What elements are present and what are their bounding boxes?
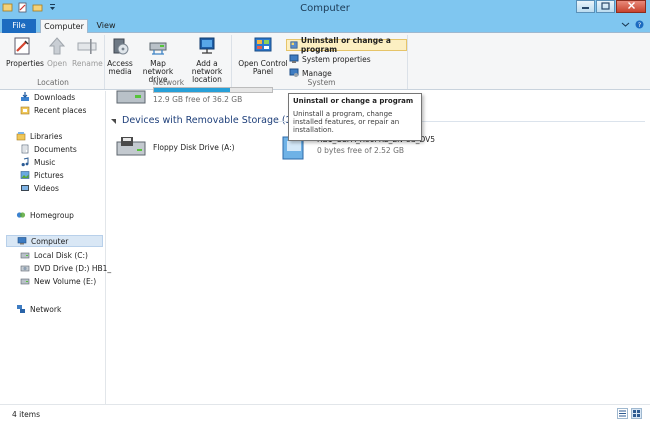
floppy-drive-tile[interactable]: Floppy Disk Drive (A:) [115,133,235,161]
hard-drive-icon [116,90,146,104]
drive-usage-bar [153,87,273,93]
pictures-icon [20,171,30,179]
ribbon-group-location: Properties Open Rename Location [2,35,105,89]
local-disk-icon [20,252,30,259]
item-count: 4 items [12,410,41,419]
minimize-icon [582,7,589,9]
details-view-icon[interactable] [617,408,628,419]
close-icon [627,2,635,9]
nav-item-pictures[interactable]: Pictures [20,169,64,181]
removable-storage-header[interactable]: Devices with Removable Storage (2) [110,115,295,126]
tab-computer[interactable]: Computer [40,19,88,33]
add-network-location-icon [199,37,215,54]
window-controls [576,0,646,13]
nav-item-new-volume[interactable]: New Volume (E:) [20,275,96,287]
rename-button[interactable]: Rename [72,35,103,68]
ribbon-group-label-location: Location [37,78,69,87]
control-panel-icon [254,37,272,52]
tab-view[interactable]: View [92,19,120,33]
view-switcher [617,408,642,419]
close-button[interactable] [616,0,646,13]
dvd-drive-icon [20,265,30,272]
documents-icon [21,144,29,154]
open-control-panel-button[interactable]: Open Control Panel [238,35,288,76]
dvd-drive-free-space: 0 bytes free of 2.52 GB [317,146,405,155]
svg-text:?: ? [638,21,641,29]
tooltip-body: Uninstall a program, change installed fe… [293,110,400,134]
restore-icon [601,2,610,10]
tooltip-title: Uninstall or change a program [293,97,414,105]
nav-item-local-disk[interactable]: Local Disk (C:) [20,249,88,261]
map-network-drive-button[interactable]: Map network drive [134,35,182,84]
nav-item-recent-places[interactable]: Recent places [20,104,86,116]
system-properties-icon [289,54,299,63]
recent-places-icon [20,106,30,115]
floppy-drive-icon [116,137,146,156]
rename-icon [77,39,97,54]
navigation-pane: Downloads Recent places Libraries Docume… [0,91,111,404]
drive-tile-partial[interactable]: 12.9 GB free of 36.2 GB [115,81,273,109]
nav-item-computer[interactable]: Computer [6,235,103,247]
new-volume-icon [20,278,30,285]
map-network-drive-icon [149,42,167,55]
homegroup-icon [16,212,26,218]
computer-icon [17,237,27,245]
window-title: Computer [300,3,350,14]
minimize-ribbon-icon[interactable] [621,20,630,29]
network-icon [17,305,25,313]
nav-item-documents[interactable]: Documents [20,143,77,155]
uninstall-tooltip: Uninstall or change a program Uninstall … [288,93,422,141]
properties-icon [14,37,30,55]
nav-item-dvd-drive[interactable]: DVD Drive (D:) HB1_ [20,262,111,274]
ribbon-tab-row-controls: ? [621,20,644,29]
nav-item-homegroup[interactable]: Homegroup [16,209,74,221]
maximize-button[interactable] [596,0,615,13]
nav-item-downloads[interactable]: Downloads [20,91,75,103]
uninstall-program-button[interactable]: Uninstall or change a program [286,36,407,54]
nav-item-libraries[interactable]: Libraries [16,130,62,142]
access-media-button[interactable]: Access media [106,35,134,76]
help-icon[interactable]: ? [635,20,644,29]
drive-free-space: 12.9 GB free of 36.2 GB [153,95,243,104]
uninstall-program-icon [290,41,298,49]
drive-usage-fill [154,88,230,92]
ribbon: Properties Open Rename Location Access m… [0,33,650,90]
status-bar: 4 items [0,404,650,422]
floppy-drive-name: Floppy Disk Drive (A:) [153,143,235,152]
access-media-icon [113,38,129,55]
nav-item-network[interactable]: Network [16,303,61,315]
system-properties-button[interactable]: System properties [286,53,374,65]
tiles-view-icon[interactable] [631,408,642,419]
ribbon-tab-row: File Computer View ? [0,18,650,33]
music-icon [21,157,29,167]
libraries-icon [16,132,26,141]
open-button[interactable]: Open [44,35,70,68]
title-bar: Computer [0,0,650,18]
properties-button[interactable]: Properties [6,35,44,68]
tab-file[interactable]: File [2,19,36,33]
nav-item-music[interactable]: Music [20,156,55,168]
open-icon [48,37,66,55]
collapse-arrow-icon [111,118,116,124]
explorer-window: Computer File Computer View ? Properties… [0,0,650,422]
downloads-icon [21,92,29,101]
manage-icon [289,68,299,77]
videos-icon [21,185,29,191]
minimize-button[interactable] [576,0,595,13]
add-network-location-button[interactable]: Add a network location [182,35,232,84]
nav-item-videos[interactable]: Videos [20,182,59,194]
